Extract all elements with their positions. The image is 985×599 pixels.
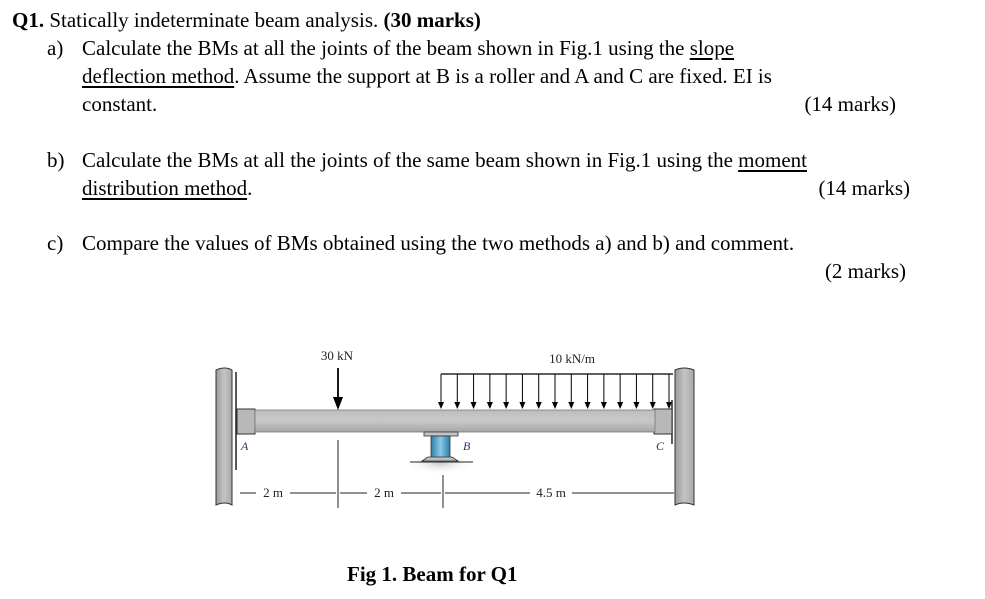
- udl-arrow-head: [633, 402, 640, 409]
- udl-arrow-head: [617, 402, 624, 409]
- udl-arrows: [438, 373, 673, 409]
- label-b: B: [463, 439, 471, 453]
- udl-arrow-head: [454, 402, 461, 409]
- udl-arrow-head: [486, 402, 493, 409]
- udl-arrow-head: [649, 402, 656, 409]
- fixed-support-a: [215, 367, 256, 506]
- dim-ab2: 2 m: [374, 485, 394, 500]
- udl-arrow-head: [552, 402, 558, 409]
- udl-arrow-head: [535, 402, 542, 409]
- udl-label: 10 kN/m: [549, 351, 595, 366]
- udl-arrow-head: [584, 402, 591, 409]
- label-a: A: [240, 439, 249, 453]
- udl-arrow-head: [438, 402, 444, 409]
- dim-bc: 4.5 m: [536, 485, 566, 500]
- figure-caption: Fig 1. Beam for Q1: [347, 562, 518, 586]
- point-load-label: 30 kN: [321, 348, 354, 363]
- udl-arrow-head: [519, 402, 526, 409]
- point-load-arrow: [333, 368, 343, 410]
- fixed-support-c: [653, 367, 695, 506]
- udl-arrow-head: [568, 402, 575, 409]
- dim-ab1: 2 m: [263, 485, 283, 500]
- udl-arrow-head: [600, 402, 607, 409]
- beam: [254, 409, 656, 433]
- beam-figure: 30 kN 10 kN/m A B C 2 m 2 m 4.5 m: [215, 348, 695, 508]
- label-c: C: [656, 439, 665, 453]
- udl-arrow-head: [470, 402, 477, 409]
- udl-arrow-head: [666, 402, 672, 409]
- udl-arrow-head: [503, 402, 510, 409]
